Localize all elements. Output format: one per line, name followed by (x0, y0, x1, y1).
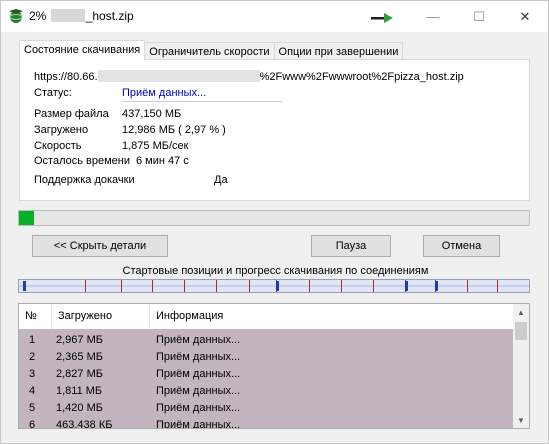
row-number: 4 (29, 385, 36, 397)
download-globe-icon (9, 9, 23, 23)
pause-button[interactable]: Пауза (311, 235, 391, 257)
scroll-up-icon[interactable]: ▲ (513, 304, 529, 320)
row-info: Приём данных... (156, 385, 241, 397)
speed-row: Скорость 1,875 МБ/сек (34, 140, 334, 154)
connection-start-marker (121, 280, 122, 292)
url-prefix: https://80.66. (34, 71, 98, 83)
list-body: 1 2,967 МБ Приём данных... 2 2,365 МБ Пр… (19, 329, 513, 429)
row-number: 5 (29, 402, 36, 414)
row-downloaded: 2,827 МБ (56, 368, 103, 380)
row-info: Приём данных... (156, 419, 241, 429)
maximize-icon[interactable]: ☐ (456, 1, 502, 32)
connection-start-marker (152, 280, 153, 292)
connections-list[interactable]: № Загружено Информация 1 2,967 МБ Приём … (18, 303, 530, 429)
title-prefix: 2% (29, 9, 47, 23)
downloaded-value: 12,986 МБ ( 2,97 % ) (122, 124, 226, 136)
row-number: 2 (29, 351, 36, 363)
minimize-icon[interactable]: — (410, 1, 456, 32)
connection-progress-marker (23, 281, 26, 291)
status-row: Статус: Приём данных... (34, 87, 334, 102)
connections-baseline (19, 285, 529, 287)
speed-value: 1,875 МБ/сек (122, 140, 189, 152)
url-suffix: %2Fwww%2Fwwwroot%2Fpizza_host.zip (259, 71, 464, 83)
column-header-info[interactable]: Информация (150, 304, 513, 329)
url-redaction (97, 70, 260, 82)
status-label: Статус: (34, 87, 72, 99)
connection-progress-marker (405, 281, 408, 291)
status-value: Приём данных... (122, 87, 207, 99)
row-downloaded: 463,438 КБ (56, 419, 113, 429)
connection-progress-marker (276, 281, 279, 291)
connections-caption: Стартовые позиции и прогресс скачивания … (122, 265, 429, 277)
connection-progress-marker (435, 281, 438, 291)
list-item[interactable]: 2 2,365 МБ Приём данных... (19, 349, 513, 366)
list-item[interactable]: 6 463,438 КБ Приём данных... (19, 417, 513, 429)
download-url: https://80.66. %2Fwww%2Fwwwroot%2Fpizza_h… (34, 70, 464, 83)
downloaded-row: Загружено 12,986 МБ ( 2,97 % ) (34, 124, 334, 138)
window-title: 2% _host.zip (29, 9, 134, 23)
row-info: Приём данных... (156, 368, 241, 380)
tab-download-status[interactable]: Состояние скачивания (19, 40, 146, 61)
resume-label: Поддержка докачки (34, 174, 135, 186)
row-downloaded: 2,967 МБ (56, 334, 103, 346)
resume-value: Да (214, 174, 228, 186)
list-scrollbar[interactable]: ▲ ▼ (513, 304, 529, 428)
time-left-value: 6 мин 47 с (136, 155, 189, 167)
connection-start-marker (341, 280, 342, 292)
connection-start-marker (373, 280, 374, 292)
scroll-thumb[interactable] (515, 322, 527, 340)
row-info: Приём данных... (156, 402, 241, 414)
list-item[interactable]: 1 2,967 МБ Приём данных... (19, 332, 513, 349)
time-left-row: Осталось времени 6 мин 47 с (34, 155, 334, 169)
row-downloaded: 1,811 МБ (56, 385, 103, 397)
downloaded-label: Загружено (34, 124, 89, 136)
resume-row: Поддержка докачки Да (34, 174, 334, 188)
connections-progress-bar (18, 279, 530, 293)
connection-start-marker (467, 280, 468, 292)
progress-fill (19, 211, 35, 225)
row-downloaded: 2,365 МБ (56, 351, 103, 363)
cancel-button[interactable]: Отмена (423, 235, 500, 257)
list-item[interactable]: 5 1,420 МБ Приём данных... (19, 400, 513, 417)
row-info: Приём данных... (156, 334, 241, 346)
connection-start-marker (184, 280, 185, 292)
status-underline (122, 101, 282, 102)
status-panel: https://80.66. %2Fwww%2Fwwwroot%2Fpizza_h… (19, 59, 530, 201)
row-info: Приём данных... (156, 351, 241, 363)
tab-strip: Состояние скачивания Ограничитель скорос… (19, 40, 404, 62)
time-left-label: Осталось времени (34, 155, 131, 167)
connection-start-marker (249, 280, 250, 292)
close-icon[interactable]: ✕ (502, 1, 548, 32)
column-header-number[interactable]: № (19, 304, 52, 329)
row-number: 6 (29, 419, 36, 429)
connection-start-marker (216, 280, 217, 292)
title-redaction (50, 9, 85, 22)
speed-label: Скорость (34, 140, 82, 152)
column-header-downloaded[interactable]: Загружено (52, 304, 150, 329)
connection-start-marker (497, 280, 498, 292)
download-progress-bar (18, 210, 530, 226)
file-size-value: 437,150 МБ (122, 108, 182, 120)
row-number: 1 (29, 334, 36, 346)
file-size-row: Размер файла 437,150 МБ (34, 108, 334, 122)
title-bar[interactable]: 2% _host.zip — ☐ ✕ (1, 1, 548, 32)
download-window: 2% _host.zip — ☐ ✕ Состояние скачивания … (0, 0, 549, 444)
list-item[interactable]: 3 2,827 МБ Приём данных... (19, 366, 513, 383)
connection-start-marker (85, 280, 86, 292)
hide-details-button[interactable]: << Скрыть детали (32, 235, 168, 257)
row-number: 3 (29, 368, 36, 380)
connection-start-marker (309, 280, 310, 292)
file-size-label: Размер файла (34, 108, 109, 120)
title-suffix: _host.zip (85, 9, 134, 23)
scroll-down-icon[interactable]: ▼ (513, 412, 529, 428)
list-header: № Загружено Информация (19, 304, 513, 329)
row-downloaded: 1,420 МБ (56, 402, 103, 414)
list-item[interactable]: 4 1,811 МБ Приём данных... (19, 383, 513, 400)
green-arrow-icon (371, 13, 393, 23)
